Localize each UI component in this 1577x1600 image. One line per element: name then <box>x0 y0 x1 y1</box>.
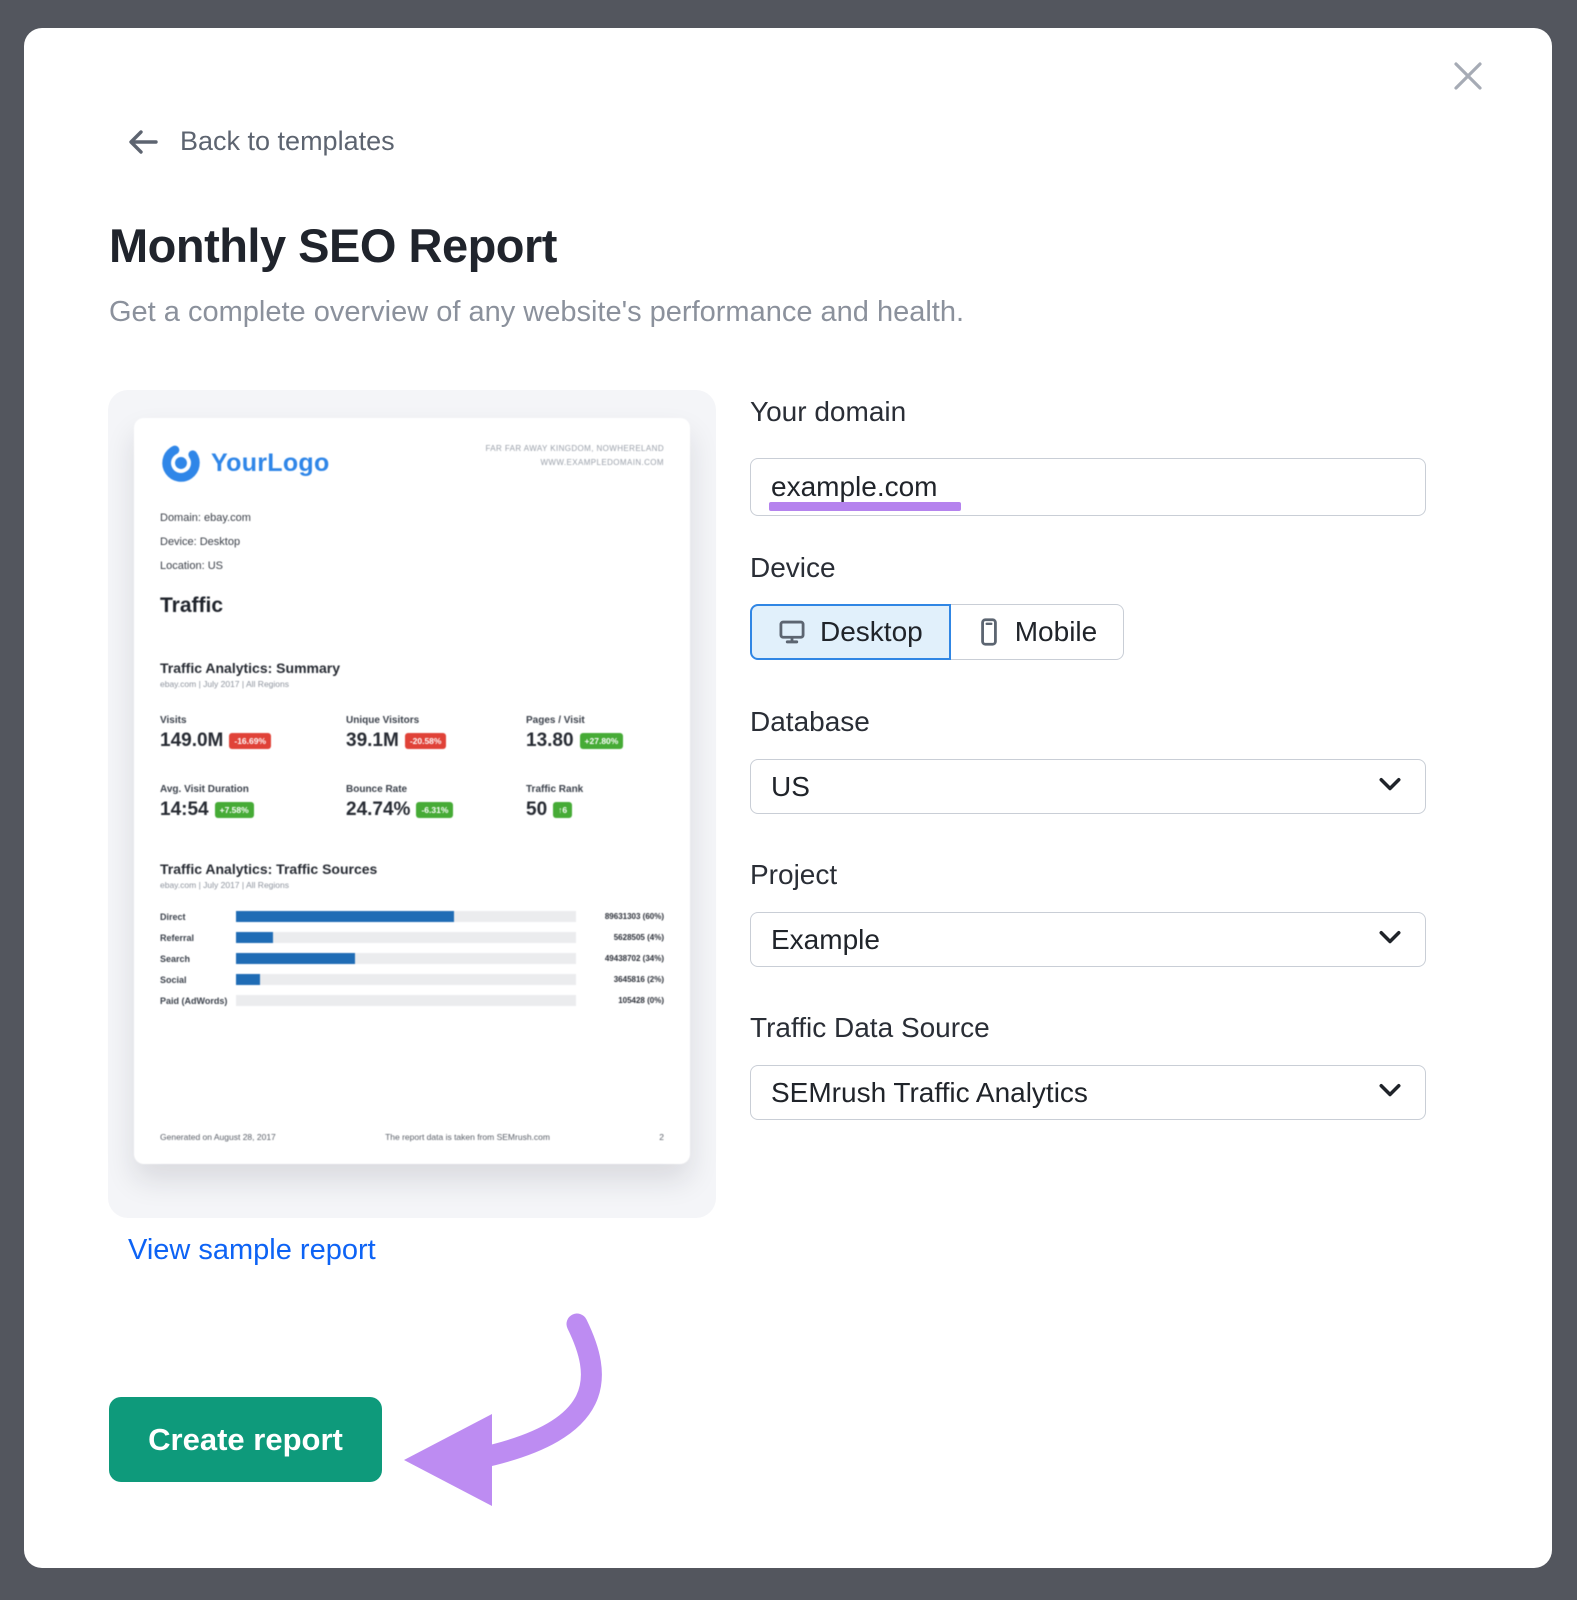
bar-track <box>236 974 576 985</box>
project-select-value: Example <box>771 923 880 955</box>
stat-traffic-rank: Traffic Rank 50 ↑6 <box>526 784 584 820</box>
bar-track <box>236 995 576 1006</box>
report-footer-source: The report data is taken from SEMrush.co… <box>385 1132 550 1142</box>
bar-row-direct: Direct 89631303 (60%) <box>160 911 664 922</box>
status-badge: -6.31% <box>416 802 454 818</box>
bar-fill <box>236 953 355 964</box>
bar-track <box>236 911 576 922</box>
device-option-mobile-label: Mobile <box>1014 616 1098 647</box>
page-title: Monthly SEO Report <box>109 219 557 272</box>
traffic-source-label: Traffic Data Source <box>750 1012 990 1043</box>
report-logo: YourLogo <box>160 442 330 484</box>
circle-logo-icon <box>160 442 202 484</box>
report-meta-device: Device: Desktop <box>160 536 241 548</box>
bar-fill <box>236 932 274 943</box>
stat-bounce-rate: Bounce Rate 24.74% -6.31% <box>346 784 526 821</box>
view-sample-report-link[interactable]: View sample report <box>128 1234 376 1267</box>
bar-fill <box>236 911 454 922</box>
domain-input[interactable]: example.com <box>750 458 1426 516</box>
close-icon[interactable] <box>1445 53 1491 99</box>
device-option-desktop[interactable]: Desktop <box>750 604 951 660</box>
report-meta-domain: Domain: ebay.com <box>160 512 251 524</box>
domain-label: Your domain <box>750 396 907 427</box>
report-preview-card: YourLogo FAR FAR AWAY KINGDOM, NOWHERELA… <box>108 390 716 1218</box>
report-logo-text: YourLogo <box>211 448 330 477</box>
purple-curved-arrow-annotation <box>404 1313 602 1506</box>
project-select[interactable]: Example <box>750 912 1426 967</box>
status-badge: ↑6 <box>553 802 573 818</box>
bar-fill <box>236 974 260 985</box>
report-address: FAR FAR AWAY KINGDOM, NOWHERELAND WWW.EX… <box>485 442 664 470</box>
bar-track <box>236 932 576 943</box>
report-meta: Domain: ebay.com Device: Desktop Locatio… <box>160 512 664 572</box>
summary-subtitle: ebay.com | July 2017 | All Regions <box>160 679 289 689</box>
bar-row-social: Social 3645816 (2%) <box>160 974 664 985</box>
device-option-mobile[interactable]: Mobile <box>950 604 1125 660</box>
sources-title: Traffic Analytics: Traffic Sources <box>160 861 378 877</box>
status-badge: +7.58% <box>214 802 254 818</box>
back-to-templates-link[interactable]: Back to templates <box>126 126 395 157</box>
report-summary-section: Traffic Analytics: Summary ebay.com | Ju… <box>160 660 664 821</box>
report-meta-location: Location: US <box>160 560 223 572</box>
report-footer-page-number: 2 <box>659 1132 664 1142</box>
report-sources-section: Traffic Analytics: Traffic Sources ebay.… <box>160 861 664 1011</box>
page-subtitle: Get a complete overview of any website's… <box>109 296 965 328</box>
report-address-line1: FAR FAR AWAY KINGDOM, NOWHERELAND <box>485 444 664 453</box>
project-label: Project <box>750 859 838 890</box>
traffic-source-select-value: SEMrush Traffic Analytics <box>771 1076 1088 1108</box>
create-report-modal: Back to templates Monthly SEO Report Get… <box>24 28 1552 1568</box>
device-toggle: Desktop Mobile <box>750 604 1125 660</box>
stat-unique-visitors: Unique Visitors 39.1M -20.58% <box>346 715 526 752</box>
database-select-value: US <box>771 770 810 802</box>
report-section-title: Traffic <box>160 594 224 617</box>
chevron-down-icon <box>1375 921 1405 958</box>
stat-avg-visit-duration: Avg. Visit Duration 14:54 +7.58% <box>160 784 346 821</box>
chevron-down-icon <box>1375 1074 1405 1111</box>
report-address-line2: WWW.EXAMPLEDOMAIN.COM <box>540 458 664 467</box>
database-select[interactable]: US <box>750 759 1426 814</box>
domain-input-value: example.com <box>771 471 938 502</box>
summary-title: Traffic Analytics: Summary <box>160 660 340 676</box>
chevron-down-icon <box>1375 768 1405 805</box>
bar-row-referral: Referral 5628505 (4%) <box>160 932 664 943</box>
report-footer: Generated on August 28, 2017 The report … <box>160 1132 664 1142</box>
sources-bar-chart: Direct 89631303 (60%) Referral 5628505 (… <box>160 906 664 1011</box>
summary-stats-grid: Visits 149.0M -16.69% Unique Visitors 39.… <box>160 715 664 821</box>
bar-track <box>236 953 576 964</box>
report-preview-page: YourLogo FAR FAR AWAY KINGDOM, NOWHERELA… <box>134 418 690 1164</box>
bar-row-search: Search 49438702 (34%) <box>160 953 664 964</box>
report-footer-date: Generated on August 28, 2017 <box>160 1132 276 1142</box>
back-link-label: Back to templates <box>180 126 395 156</box>
stat-visits: Visits 149.0M -16.69% <box>160 715 346 752</box>
status-badge: -20.58% <box>404 733 447 749</box>
monitor-icon <box>778 619 806 645</box>
device-option-desktop-label: Desktop <box>820 616 923 647</box>
status-badge: +27.80% <box>579 733 624 749</box>
create-report-button[interactable]: Create report <box>109 1397 382 1482</box>
database-label: Database <box>750 706 870 737</box>
device-label: Device <box>750 552 836 583</box>
traffic-source-select[interactable]: SEMrush Traffic Analytics <box>750 1065 1426 1120</box>
screen: { "modal": { "back_label": "Back to temp… <box>0 0 1577 1600</box>
smartphone-icon <box>977 618 1001 646</box>
sources-subtitle: ebay.com | July 2017 | All Regions <box>160 880 289 890</box>
purple-underline-annotation <box>769 502 961 511</box>
status-badge: -16.69% <box>229 733 272 749</box>
bar-row-paid: Paid (AdWords) 105428 (0%) <box>160 995 664 1006</box>
stat-pages-per-visit: Pages / Visit 13.80 +27.80% <box>526 715 664 752</box>
arrow-left-icon <box>126 127 160 157</box>
